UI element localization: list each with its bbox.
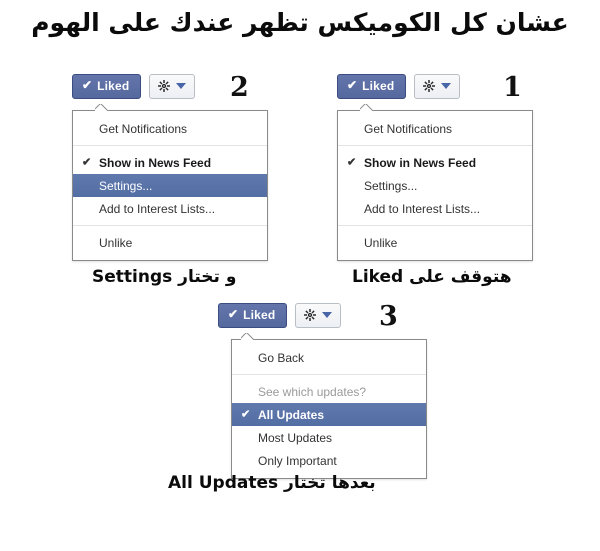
- check-icon: ✔: [82, 78, 93, 92]
- menu-item-settings[interactable]: Settings...: [73, 174, 267, 197]
- menu-item-label: Unlike: [364, 235, 398, 250]
- settings-gear-button[interactable]: [295, 303, 342, 328]
- liked-button[interactable]: ✔ Liked: [72, 74, 142, 99]
- menu-item-show-in-news-feed[interactable]: ✔ Show in News Feed: [338, 151, 532, 174]
- menu-bottom-padding: [73, 254, 267, 260]
- gear-icon: [304, 309, 317, 321]
- chevron-down-icon: [176, 83, 187, 89]
- menu-item-get-notifications[interactable]: Get Notifications: [73, 117, 267, 140]
- menu-item-all-updates[interactable]: ✔ All Updates: [232, 403, 426, 426]
- button-row: ✔ Liked: [218, 303, 342, 328]
- menu-item-get-notifications[interactable]: Get Notifications: [338, 117, 532, 140]
- gear-icon: [158, 80, 171, 92]
- menu-item-go-back[interactable]: Go Back: [232, 346, 426, 369]
- menu-item-add-to-interest-lists[interactable]: Add to Interest Lists...: [338, 197, 532, 220]
- menu-item-label: See which updates?: [258, 384, 367, 399]
- menu-item-label: Get Notifications: [364, 121, 453, 136]
- menu-item-unlike[interactable]: Unlike: [338, 231, 532, 254]
- step-number-3: 3: [379, 301, 398, 332]
- menu-item-show-in-news-feed[interactable]: ✔ Show in News Feed: [73, 151, 267, 174]
- step-number-1: 1: [503, 72, 522, 103]
- updates-dropdown-menu-3: Go Back See which updates? ✔ All Updates…: [231, 339, 427, 479]
- check-icon: ✔: [241, 408, 251, 420]
- liked-dropdown-menu-2: Get Notifications ✔ Show in News Feed Se…: [72, 110, 268, 261]
- menu-item-label: Show in News Feed: [99, 155, 212, 170]
- check-icon: ✔: [347, 156, 357, 168]
- check-icon: ✔: [347, 78, 358, 92]
- menu-item-label: Add to Interest Lists...: [364, 201, 481, 216]
- menu-item-label: Settings...: [99, 178, 153, 193]
- check-icon: ✔: [82, 156, 92, 168]
- menu-item-label: Settings...: [364, 178, 418, 193]
- menu-caret-icon: [360, 104, 374, 111]
- menu-item-label: Most Updates: [258, 430, 333, 445]
- liked-button[interactable]: ✔ Liked: [337, 74, 407, 99]
- caption-step-2: و تختار Settings: [92, 267, 237, 287]
- liked-dropdown-menu-1: Get Notifications ✔ Show in News Feed Se…: [337, 110, 533, 261]
- caption-step-1: هتوقف على Liked: [352, 267, 512, 287]
- menu-item-unlike[interactable]: Unlike: [73, 231, 267, 254]
- menu-separator: [338, 145, 532, 146]
- menu-item-label: All Updates: [258, 407, 325, 422]
- menu-item-label: Unlike: [99, 235, 133, 250]
- menu-separator: [73, 225, 267, 226]
- menu-item-settings[interactable]: Settings...: [338, 174, 532, 197]
- check-icon: ✔: [228, 307, 239, 321]
- chevron-down-icon: [441, 83, 452, 89]
- settings-gear-button[interactable]: [414, 74, 461, 99]
- page-title: عشان كل الكوميكس تظهر عندك على الهوم: [31, 8, 569, 37]
- menu-caret-icon: [95, 104, 109, 111]
- menu-item-label: Only Important: [258, 453, 337, 468]
- liked-button-label: Liked: [243, 307, 276, 322]
- button-row: ✔ Liked: [337, 74, 461, 99]
- caption-step-3: بعدها تختار All Updates: [168, 473, 376, 493]
- gear-icon: [423, 80, 436, 92]
- menu-caret-icon: [241, 333, 255, 340]
- chevron-down-icon: [322, 312, 333, 318]
- liked-button-label: Liked: [362, 78, 395, 93]
- menu-item-label: Go Back: [258, 350, 305, 365]
- liked-button[interactable]: ✔ Liked: [218, 303, 288, 328]
- step-number-2: 2: [230, 72, 249, 103]
- menu-separator: [232, 374, 426, 375]
- menu-item-most-updates[interactable]: Most Updates: [232, 426, 426, 449]
- menu-separator: [73, 145, 267, 146]
- menu-item-label: Add to Interest Lists...: [99, 201, 216, 216]
- liked-button-label: Liked: [97, 78, 130, 93]
- menu-item-add-to-interest-lists[interactable]: Add to Interest Lists...: [73, 197, 267, 220]
- menu-item-only-important[interactable]: Only Important: [232, 449, 426, 472]
- menu-bottom-padding: [338, 254, 532, 260]
- menu-item-see-which-updates: See which updates?: [232, 380, 426, 403]
- settings-gear-button[interactable]: [149, 74, 196, 99]
- menu-item-label: Show in News Feed: [364, 155, 477, 170]
- button-row: ✔ Liked: [72, 74, 196, 99]
- menu-separator: [338, 225, 532, 226]
- menu-item-label: Get Notifications: [99, 121, 188, 136]
